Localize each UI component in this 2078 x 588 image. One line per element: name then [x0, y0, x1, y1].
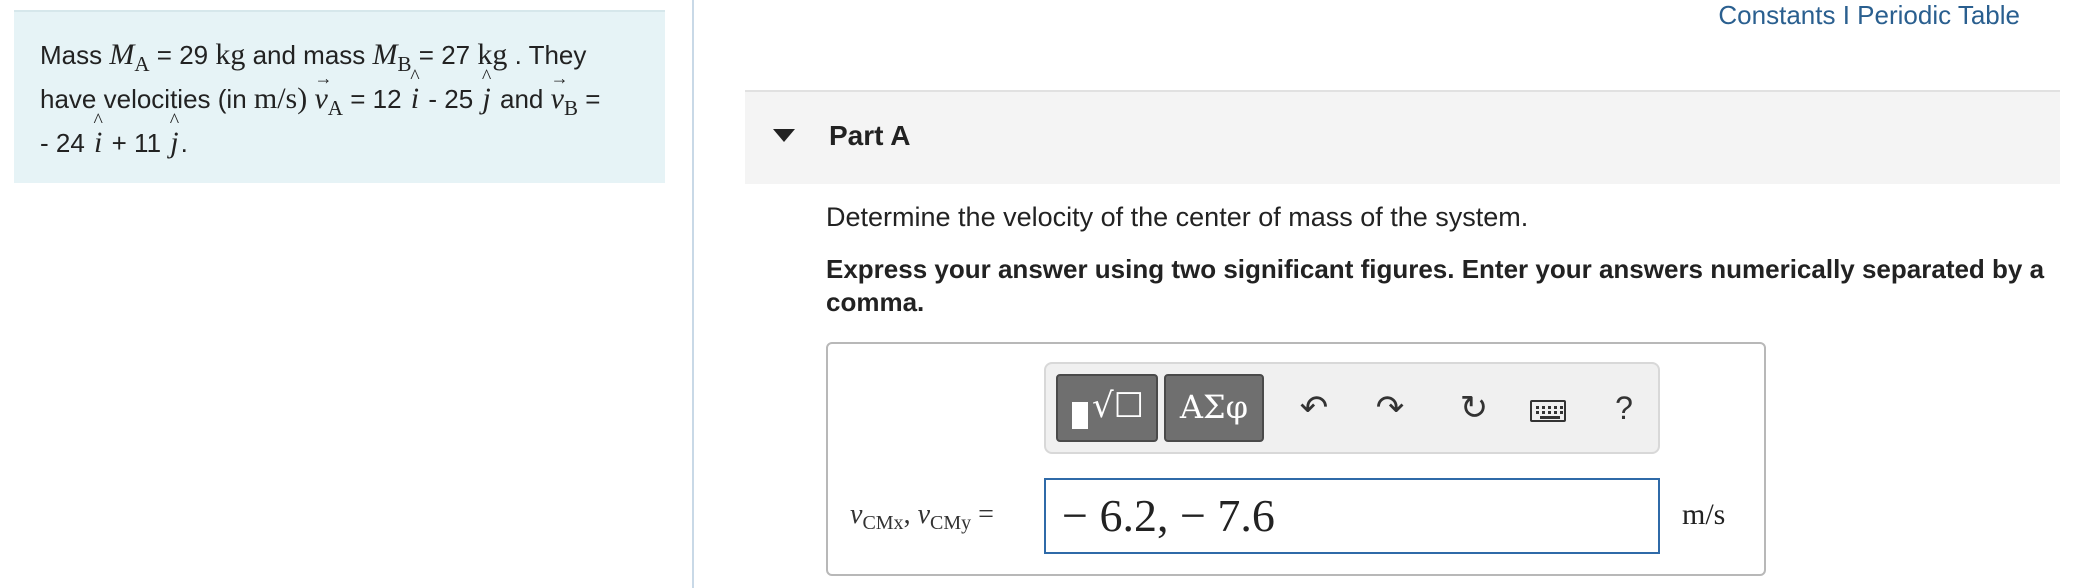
templates-button[interactable]: √☐ — [1056, 374, 1158, 442]
j-hat-symbol: j — [168, 122, 180, 164]
equals-sign: = — [418, 40, 434, 70]
vector-v-symbol: v — [314, 57, 332, 120]
symbol-M: M — [109, 38, 135, 71]
subscript-cmx: CMx — [862, 512, 904, 534]
answer-instructions: Express your answer using two significan… — [826, 254, 2045, 317]
equals-sign: = — [350, 84, 366, 114]
v-symbol: v — [917, 499, 930, 530]
equals-sign: = — [156, 40, 172, 70]
text-mass: Mass — [40, 40, 103, 70]
templates-icon — [1072, 402, 1088, 429]
panel-divider — [692, 0, 694, 588]
part-a-header[interactable]: Part A — [745, 90, 2060, 184]
radical-icon: √☐ — [1092, 386, 1145, 426]
symbol-M: M — [372, 38, 398, 71]
periodic-table-link[interactable]: Periodic Table — [1857, 0, 2020, 30]
mass-b-value: 27 — [441, 40, 471, 70]
problem-line-3: - 24 i + 11 j. — [40, 122, 641, 164]
v-symbol: v — [850, 499, 863, 530]
header-links: Constants I Periodic Table — [1718, 0, 2020, 31]
answer-label: vCMx, vCMy = — [850, 499, 994, 534]
text-have-velocities: have velocities (in — [40, 84, 247, 114]
reset-icon[interactable]: ↻ — [1450, 384, 1498, 432]
mass-a-value: 29 — [179, 40, 209, 70]
vb-i-component: - 24 — [40, 128, 85, 158]
subscript-A: A — [134, 52, 150, 76]
i-hat-symbol: i — [92, 122, 104, 164]
problem-panel: Mass MA = 29 kg and mass MB = 27 kg . Th… — [0, 0, 690, 588]
link-separator: I — [1835, 0, 1858, 30]
answer-input[interactable]: − 6.2, − 7.6 — [1044, 478, 1660, 554]
subscript-B: B — [563, 96, 578, 120]
equals-sign: = — [978, 499, 994, 530]
vb-j-component: 11 — [134, 128, 162, 158]
keyboard-icon[interactable] — [1524, 384, 1572, 432]
j-hat-symbol: j — [480, 78, 492, 120]
part-title: Part A — [829, 120, 911, 151]
help-icon[interactable]: ? — [1600, 384, 1648, 432]
comma: , — [903, 499, 911, 530]
answer-area: √☐ ΑΣφ ↶ ↷ ↻ ? vCMx, vCMy = − 6.2, − 7.6… — [826, 342, 1766, 576]
text-and: and — [500, 84, 544, 114]
redo-icon[interactable]: ↷ — [1366, 384, 1414, 432]
question-text: Determine the velocity of the center of … — [826, 202, 1529, 232]
subscript-A: A — [327, 96, 343, 120]
greek-symbols-button[interactable]: ΑΣφ — [1164, 374, 1264, 442]
i-hat-symbol: i — [409, 78, 421, 120]
answer-units: m/s — [1682, 498, 1726, 531]
plus-sign: + — [111, 128, 127, 158]
period: . — [180, 128, 188, 158]
minus-sign: - — [428, 84, 438, 114]
subscript-cmy: CMy — [930, 512, 972, 534]
undo-icon[interactable]: ↶ — [1290, 384, 1338, 432]
problem-line-2: have velocities (in m/s) vA = 12 i - 25 … — [40, 57, 641, 122]
problem-statement: Mass MA = 29 kg and mass MB = 27 kg . Th… — [14, 10, 665, 183]
text-and-mass: and mass — [252, 40, 366, 70]
unit-ms: m/s) — [253, 82, 308, 115]
unit-kg: kg — [215, 38, 246, 71]
caret-down-icon[interactable] — [773, 129, 795, 142]
va-i-component: 12 — [372, 84, 402, 114]
equals-sign: = — [585, 84, 601, 114]
math-toolbar: √☐ ΑΣφ ↶ ↷ ↻ ? — [1044, 362, 1660, 454]
constants-link[interactable]: Constants — [1718, 0, 1835, 30]
vector-v-symbol: v — [551, 57, 569, 120]
va-j-component: 25 — [444, 84, 474, 114]
